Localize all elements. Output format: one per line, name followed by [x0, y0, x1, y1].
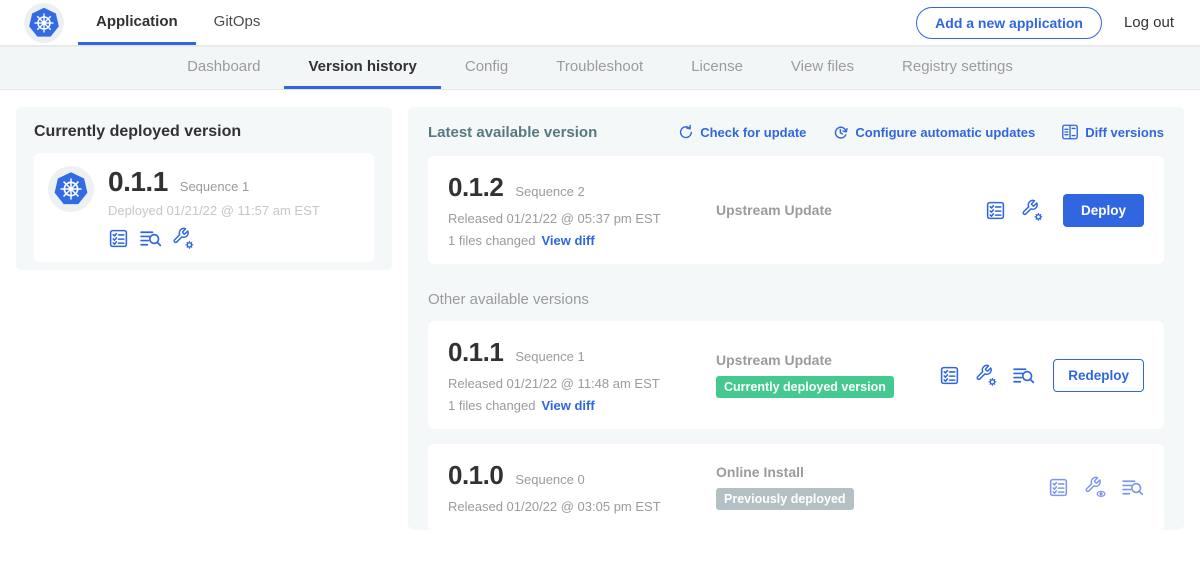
header-tabs: Application GitOps [78, 0, 278, 45]
check-for-update-link[interactable]: Check for update [677, 123, 806, 141]
files-changed-line: 1 files changedView diff [448, 398, 706, 413]
view-diff-link[interactable]: View diff [541, 398, 594, 413]
deployed-version-card: 0.1.1 Sequence 1 Deployed 01/21/22 @ 11:… [34, 153, 374, 262]
latest-available-title: Latest available version [428, 124, 597, 141]
kubernetes-helm-icon [48, 166, 94, 212]
view-config-icon[interactable] [1084, 476, 1106, 498]
currently-deployed-title: Currently deployed version [34, 123, 374, 141]
subnav-tab-troubleshoot[interactable]: Troubleshoot [532, 47, 667, 89]
version-number: 0.1.2 [448, 172, 503, 203]
version-number: 0.1.1 [448, 337, 503, 368]
app-logo [0, 0, 78, 45]
subnav-tab-view-files[interactable]: View files [767, 47, 878, 89]
version-source-label: Upstream Update [716, 202, 985, 218]
header-right: Add a new application Log out [916, 0, 1200, 45]
version-history-panel: Latest available version Check for updat… [408, 107, 1184, 530]
app-subnav: Dashboard Version history Config Trouble… [0, 46, 1200, 90]
edit-config-icon[interactable] [975, 364, 997, 386]
subnav-tab-dashboard[interactable]: Dashboard [163, 47, 284, 89]
other-versions-title: Other available versions [428, 291, 1164, 308]
top-header: Application GitOps Add a new application… [0, 0, 1200, 46]
configure-automatic-updates-link[interactable]: Configure automatic updates [832, 123, 1035, 141]
auto-update-clock-icon [832, 124, 849, 141]
sequence-label: Sequence 1 [515, 349, 584, 364]
version-number: 0.1.0 [448, 460, 503, 491]
version-source-label: Upstream Update [716, 352, 939, 368]
previously-deployed-badge: Previously deployed [716, 488, 854, 510]
version-card-0-1-0: 0.1.0 Sequence 0 Released 01/20/22 @ 03:… [428, 444, 1164, 530]
released-timestamp: Released 01/21/22 @ 11:48 am EST [448, 376, 706, 391]
currently-deployed-badge: Currently deployed version [716, 376, 894, 398]
deployed-sequence-label: Sequence 1 [180, 179, 249, 194]
deploy-button[interactable]: Deploy [1063, 194, 1144, 227]
deployed-timestamp: Deployed 01/21/22 @ 11:57 am EST [108, 203, 320, 218]
add-application-button[interactable]: Add a new application [916, 7, 1102, 39]
subnav-tab-license[interactable]: License [667, 47, 767, 89]
version-card-0-1-1: 0.1.1 Sequence 1 Released 01/21/22 @ 11:… [428, 321, 1164, 429]
files-changed-line: 1 files changedView diff [448, 233, 706, 248]
deploy-logs-icon[interactable] [1121, 477, 1144, 498]
deployed-version-number: 0.1.1 [108, 166, 168, 198]
admin-console-page: Application GitOps Add a new application… [0, 0, 1200, 564]
edit-config-icon[interactable] [1021, 199, 1043, 221]
subnav-tab-config[interactable]: Config [441, 47, 532, 89]
released-timestamp: Released 01/21/22 @ 05:37 pm EST [448, 211, 706, 226]
released-timestamp: Released 01/20/22 @ 03:05 pm EST [448, 499, 706, 514]
version-source-label: Online Install [716, 464, 1048, 480]
logout-button[interactable]: Log out [1124, 14, 1174, 31]
preflight-checklist-icon[interactable] [108, 228, 129, 249]
redeploy-button[interactable]: Redeploy [1053, 359, 1144, 392]
preflight-checklist-icon[interactable] [939, 365, 960, 386]
version-card-0-1-2: 0.1.2 Sequence 2 Released 01/21/22 @ 05:… [428, 156, 1164, 264]
sequence-label: Sequence 2 [515, 184, 584, 199]
preflight-checklist-icon[interactable] [985, 200, 1006, 221]
refresh-icon [677, 124, 694, 141]
tab-application[interactable]: Application [78, 0, 196, 45]
tab-gitops[interactable]: GitOps [196, 0, 279, 45]
view-diff-link[interactable]: View diff [541, 233, 594, 248]
subnav-tab-registry-settings[interactable]: Registry settings [878, 47, 1037, 89]
diff-versions-link[interactable]: Diff versions [1061, 123, 1164, 141]
subnav-tab-version-history[interactable]: Version history [284, 47, 440, 89]
deploy-logs-icon[interactable] [1012, 365, 1035, 386]
sequence-label: Sequence 0 [515, 472, 584, 487]
diff-columns-icon [1061, 123, 1079, 141]
currently-deployed-panel: Currently deployed version 0.1 [16, 107, 392, 270]
deploy-logs-icon[interactable] [139, 228, 162, 249]
preflight-checklist-icon[interactable] [1048, 477, 1069, 498]
kubernetes-helm-icon [24, 3, 64, 43]
edit-config-icon[interactable] [172, 227, 194, 249]
